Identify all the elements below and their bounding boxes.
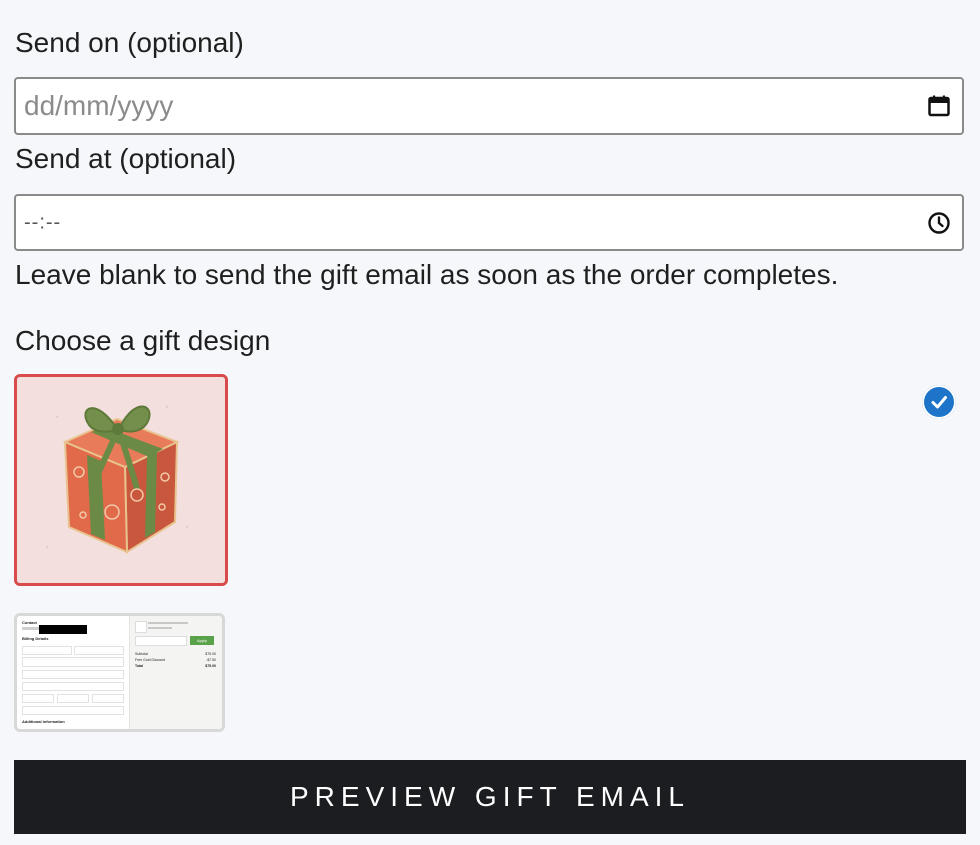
send-at-label: Send at (optional) xyxy=(15,143,237,174)
apply-button: Apply xyxy=(190,636,214,645)
send-on-date-input[interactable]: dd/mm/yyyy xyxy=(14,77,964,135)
check-icon xyxy=(922,385,956,419)
gift-form: Send on (optional) dd/mm/yyyy Send at (o… xyxy=(0,0,980,845)
send-on-placeholder: dd/mm/yyyy xyxy=(24,90,174,121)
clock-icon[interactable] xyxy=(926,210,952,236)
checkout-field xyxy=(74,646,124,655)
checkout-billing-label: Billing Details xyxy=(22,636,49,641)
checkout-field xyxy=(22,646,72,655)
preview-gift-email-button[interactable]: PREVIEW GIFT EMAIL xyxy=(14,760,966,834)
gift-box-illustration xyxy=(17,377,225,583)
checkout-field xyxy=(57,694,89,703)
coupon-field xyxy=(135,636,187,646)
checkout-additional-label: Additional Information xyxy=(22,719,65,724)
checkout-contact-label: Contact xyxy=(22,620,37,625)
checkout-field xyxy=(22,670,124,679)
checkout-left-panel: Contact Billing Details Additional Infor… xyxy=(17,616,129,729)
discount-value: -$7.50 xyxy=(206,658,216,662)
subtotal-label: Subtotal xyxy=(135,652,148,656)
product-thumb xyxy=(135,621,147,633)
checkout-line xyxy=(22,627,40,630)
checkout-field xyxy=(92,694,124,703)
total-label: Total xyxy=(135,664,144,668)
checkout-line xyxy=(148,622,188,624)
discount-label: Free Gold Discount xyxy=(135,658,166,662)
redacted-block xyxy=(39,625,87,634)
checkout-field xyxy=(22,706,124,715)
checkout-field xyxy=(22,657,124,667)
gift-design-option-checkout-screenshot[interactable]: Contact Billing Details Additional Infor… xyxy=(14,613,225,732)
total-value: $75.00 xyxy=(205,664,216,668)
checkout-line xyxy=(148,627,172,629)
send-time-help-text: Leave blank to send the gift email as so… xyxy=(15,259,839,290)
design-label: Choose a gift design xyxy=(15,325,271,356)
send-on-label: Send on (optional) xyxy=(15,27,244,58)
checkout-field xyxy=(22,694,54,703)
gift-design-option-gift-box[interactable] xyxy=(14,374,228,586)
subtotal-value: $75.00 xyxy=(205,652,216,656)
send-at-value: --:-- xyxy=(24,211,62,233)
calendar-icon[interactable] xyxy=(926,93,952,119)
send-at-time-input[interactable]: --:-- xyxy=(14,194,964,251)
checkout-field xyxy=(22,682,124,691)
checkout-right-panel: Apply Subtotal $75.00 Free Gold Discount… xyxy=(129,616,222,729)
